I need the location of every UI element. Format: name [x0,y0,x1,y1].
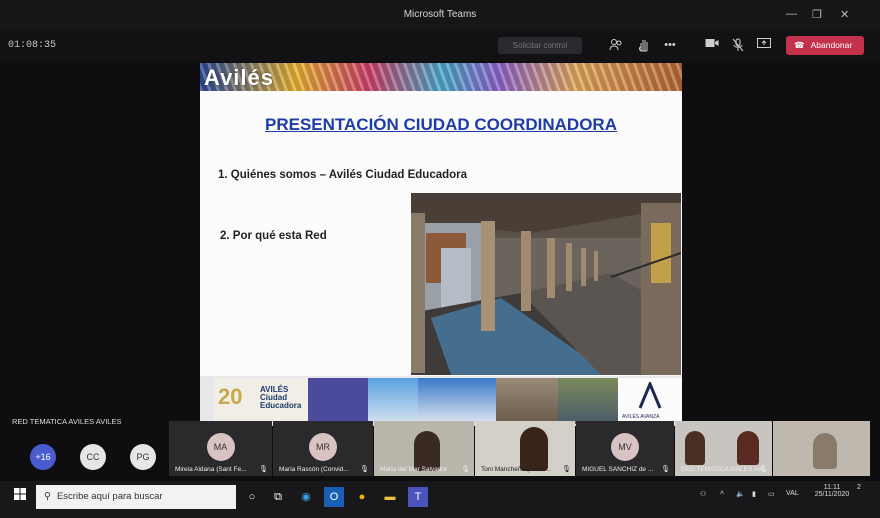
video-person [414,431,440,471]
window-title: Microsoft Teams [403,9,477,20]
outlook-icon[interactable]: O [324,487,344,507]
search-icon: ⚲ [44,491,51,502]
clock[interactable]: 11:11 25/11/2020 [812,484,852,498]
arcade-photo [411,193,681,375]
clock-date: 25/11/2020 [814,491,850,498]
participant-name: Toni Mancheño (Sevill... [481,466,551,473]
title-bar: Microsoft Teams — ❐ ✕ [0,0,880,30]
participants-icon[interactable] [608,38,624,52]
meeting-timer: 01:08:35 [8,40,57,51]
camera-icon[interactable] [704,38,720,52]
participant-tile[interactable]: MA Mireia Aldana (Sant Fe... 🎙 [169,421,272,476]
leave-label: Abandonar [810,40,853,50]
participant-video-tile[interactable]: RED TEMATICA AVILES AVI... 🎙 [675,421,772,476]
meeting-name: RED TEMATICA AVILES AVILES [12,417,122,426]
more-actions-icon[interactable]: ••• [662,38,678,52]
participant-tile[interactable]: MR Maria Rascón (Convid... 🎙 [273,421,373,476]
slide-title: PRESENTACIÓN CIUDAD COORDINADORA [265,115,617,134]
participant-name: Maria del Mar Salvador [380,466,448,473]
participant-video-tile[interactable] [773,421,870,476]
aviles-avanza-logo: AVILÉS AVANZA [618,378,682,424]
avatar: MR [309,433,337,461]
share-screen-icon[interactable] [756,38,772,52]
strip-photo-street [496,378,558,424]
aviles-educadora-logo: 20 AVILÉS Ciudad Educadora [214,378,308,424]
video-person [737,431,759,465]
avatar: MA [206,433,235,461]
edge-icon[interactable]: ◉ [296,487,316,507]
slide-photo-strip: 20 AVILÉS Ciudad Educadora AVILÉS AVANZA [200,376,682,426]
participant-video-tile[interactable]: Toni Mancheño (Sevill... 🎙 [475,421,575,476]
chevron-up-icon[interactable]: ˄ [720,490,724,497]
raise-hand-icon[interactable] [636,38,652,52]
network-icon[interactable]: ▮ [752,490,756,498]
aviles-logo: Avilés [204,65,275,90]
battery-icon[interactable]: ▭ [768,490,775,498]
strip-photo-river [558,378,618,424]
participant-video-tile[interactable]: Maria del Mar Salvador 🎙 [374,421,474,476]
more-participants-badge[interactable]: +16 [30,444,56,470]
slide-banner: Avilés [200,63,682,91]
mic-muted-icon[interactable] [730,38,746,52]
participant-name: MIGUEL SANCHIZ de ... [582,466,654,473]
request-control-button[interactable]: Solicitar control [498,37,582,54]
meeting-toolbar [0,30,880,62]
participant-tile[interactable]: MV MIGUEL SANCHIZ de ... 🎙 [576,421,674,476]
mic-icon: 🎙 [461,466,470,473]
clock-time: 11:11 [823,484,841,491]
maximize-button[interactable]: ❐ [812,8,822,21]
avatar[interactable]: CC [80,444,106,470]
language-indicator[interactable]: VAL [786,490,799,497]
avatar[interactable]: PG [130,444,156,470]
windows-start-icon[interactable] [10,487,30,507]
strip-photo-tower [418,378,496,424]
mic-icon: 🎙 [259,466,268,473]
file-explorer-icon[interactable]: ▬ [380,487,400,507]
avatar: MV [611,433,639,461]
chrome-icon[interactable]: ● [352,487,372,507]
participant-name: RED TEMATICA AVILES AVI... [681,466,770,473]
shared-slide: Avilés PRESENTACIÓN CIUDAD COORDINADORA … [200,63,682,426]
volume-icon[interactable]: 🔈 [736,490,745,498]
people-icon[interactable]: ⚇ [700,490,706,498]
notifications-icon[interactable]: 2 [852,484,866,491]
mic-icon: 🎙 [562,466,571,473]
mic-icon: 🎙 [759,466,768,473]
close-button[interactable]: ✕ [840,8,849,21]
video-person [813,433,837,469]
participant-name: Mireia Aldana (Sant Fe... [175,466,247,473]
phone-hangup-icon: ☎ [794,40,805,50]
task-view-icon[interactable]: ⧉ [268,487,288,507]
mic-icon: 🎙 [360,466,369,473]
video-person [685,431,705,465]
slide-item-2: 2. Por qué esta Red [220,230,327,242]
leave-button[interactable]: ☎ Abandonar [786,36,864,55]
mic-icon: 🎙 [661,466,670,473]
participant-name: Maria Rascón (Convid... [279,466,349,473]
teams-icon[interactable]: T [408,487,428,507]
slide-item-1: 1. Quiénes somos – Avilés Ciudad Educado… [218,169,468,181]
cortana-icon[interactable]: ○ [242,487,262,507]
taskbar-search-input[interactable]: ⚲ Escribe aquí para buscar [36,485,236,509]
search-placeholder: Escribe aquí para buscar [56,491,163,502]
strip-photo-sculpture [368,378,418,424]
notification-count: 2 [857,484,861,491]
strip-photo-crowd [308,378,368,424]
minimize-button[interactable]: — [786,8,797,20]
video-person [520,427,548,471]
